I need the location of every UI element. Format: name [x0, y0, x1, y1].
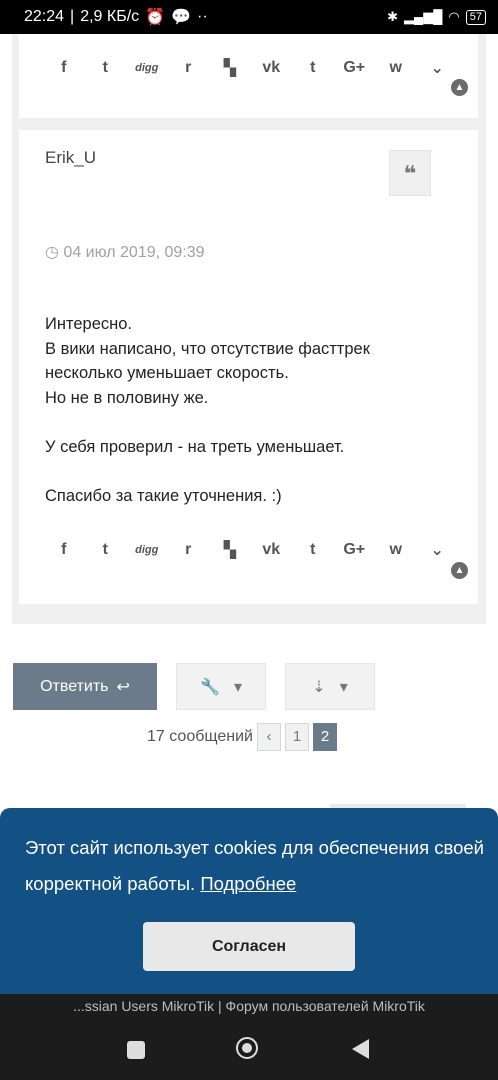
- google-plus-icon[interactable]: G+: [334, 59, 376, 77]
- network-speed: 2,9 КБ/с: [80, 8, 140, 25]
- quote-button[interactable]: ❝: [389, 150, 431, 196]
- google-plus-icon[interactable]: G+: [334, 541, 376, 559]
- back-icon[interactable]: [352, 1039, 369, 1059]
- wrench-icon: 🔧: [200, 678, 220, 696]
- clock-icon: ◷: [45, 244, 59, 261]
- wifi-icon: ◠: [448, 9, 460, 24]
- share-bar: f t digg r ▚ vk t G+ w ⌄: [43, 540, 458, 560]
- page-content: f t digg r ▚ vk t G+ w ⌄ ▲ Erik_U ❝ ◷ 04…: [0, 34, 498, 996]
- whatsapp-icon[interactable]: w: [375, 541, 417, 559]
- post-line: Интересно.: [45, 315, 132, 333]
- page-1-button[interactable]: 1: [284, 723, 309, 751]
- post-line: Спасибо за такие уточнения. :): [45, 486, 282, 505]
- bluetooth-icon: ✱: [387, 9, 398, 24]
- prev-page-button[interactable]: ‹: [256, 723, 281, 751]
- thread: f t digg r ▚ vk t G+ w ⌄ ▲ Erik_U ❝ ◷ 04…: [12, 34, 486, 624]
- digg-icon[interactable]: digg: [126, 62, 168, 74]
- post-card-previous: f t digg r ▚ vk t G+ w ⌄ ▲: [19, 34, 478, 118]
- alarm-icon: ⏰: [145, 9, 166, 26]
- signal-icon: ▂▄▆█: [403, 9, 443, 24]
- facebook-icon[interactable]: f: [43, 541, 85, 559]
- share-bar: f t digg r ▚ vk t G+ w ⌄: [43, 58, 458, 78]
- reddit-icon[interactable]: r: [168, 541, 210, 559]
- home-icon[interactable]: [236, 1037, 258, 1059]
- sort-icon: ⇣: [312, 678, 326, 696]
- cookie-message: Этот сайт использует cookies для обеспеч…: [25, 837, 485, 894]
- tumblr-icon[interactable]: t: [292, 541, 334, 559]
- twitter-icon[interactable]: t: [85, 541, 127, 559]
- pagination: 17 сообщений ‹ 1 2: [147, 723, 337, 751]
- digg-icon[interactable]: digg: [126, 544, 168, 556]
- battery-icon: 57: [465, 9, 486, 25]
- cookie-accept-button[interactable]: Согласен: [143, 922, 355, 971]
- reddit-icon[interactable]: r: [168, 59, 210, 77]
- tumblr-icon[interactable]: t: [292, 59, 334, 77]
- sort-dropdown-button[interactable]: ⇣ ▾: [285, 663, 375, 710]
- whatsapp-icon[interactable]: w: [375, 59, 417, 77]
- scroll-top-icon[interactable]: ▲: [451, 562, 468, 579]
- post-card: Erik_U ❝ ◷ 04 июл 2019, 09:39 Интересно.…: [19, 130, 478, 604]
- status-bar: 22:24 | 2,9 КБ/с ⏰ 💬 ·· ✱ ▂▄▆█ ◠ 57: [0, 0, 498, 34]
- vk-icon[interactable]: vk: [251, 541, 293, 559]
- post-line: Но не в половину же.: [45, 388, 209, 407]
- reply-icon: ↩: [116, 678, 130, 696]
- page-title: ...ssian Users MikroTik | Форум пользова…: [73, 998, 425, 1014]
- chat-icon: 💬: [171, 9, 191, 26]
- post-line: У себя проверил - на треть уменьшает.: [45, 437, 345, 456]
- browser-footer: ...ssian Users MikroTik | Форум пользова…: [0, 994, 498, 1080]
- post-line: В вики написано, что отсутствие фасттрек: [45, 339, 370, 358]
- pocket-icon[interactable]: ⌄: [417, 58, 459, 78]
- post-date: ◷ 04 июл 2019, 09:39: [45, 244, 205, 261]
- facebook-icon[interactable]: f: [43, 59, 85, 77]
- reply-button[interactable]: Ответить ↩: [13, 663, 157, 710]
- post-line: несколько уменьшает скорость.: [45, 364, 289, 382]
- post-body: Интересно. В вики написано, что отсутств…: [45, 312, 465, 508]
- twitter-icon[interactable]: t: [85, 59, 127, 77]
- clock: 22:24: [24, 8, 65, 25]
- more-notifications-icon: ··: [197, 8, 208, 25]
- post-author[interactable]: Erik_U: [45, 148, 96, 168]
- chevron-down-icon: ▾: [233, 678, 242, 696]
- pocket-icon[interactable]: ⌄: [417, 540, 459, 560]
- cookie-more-link[interactable]: Подробнее: [200, 873, 296, 894]
- recent-apps-icon[interactable]: [127, 1041, 145, 1059]
- vk-icon[interactable]: vk: [251, 59, 293, 77]
- cookie-banner: Этот сайт использует cookies для обеспеч…: [0, 808, 498, 996]
- chevron-down-icon: ▾: [339, 678, 348, 696]
- tools-dropdown-button[interactable]: 🔧 ▾: [176, 663, 266, 710]
- delicious-icon[interactable]: ▚: [209, 540, 251, 560]
- scroll-top-icon[interactable]: ▲: [451, 79, 468, 96]
- delicious-icon[interactable]: ▚: [209, 58, 251, 78]
- post-count: 17 сообщений: [147, 728, 253, 745]
- page-2-button[interactable]: 2: [312, 723, 337, 751]
